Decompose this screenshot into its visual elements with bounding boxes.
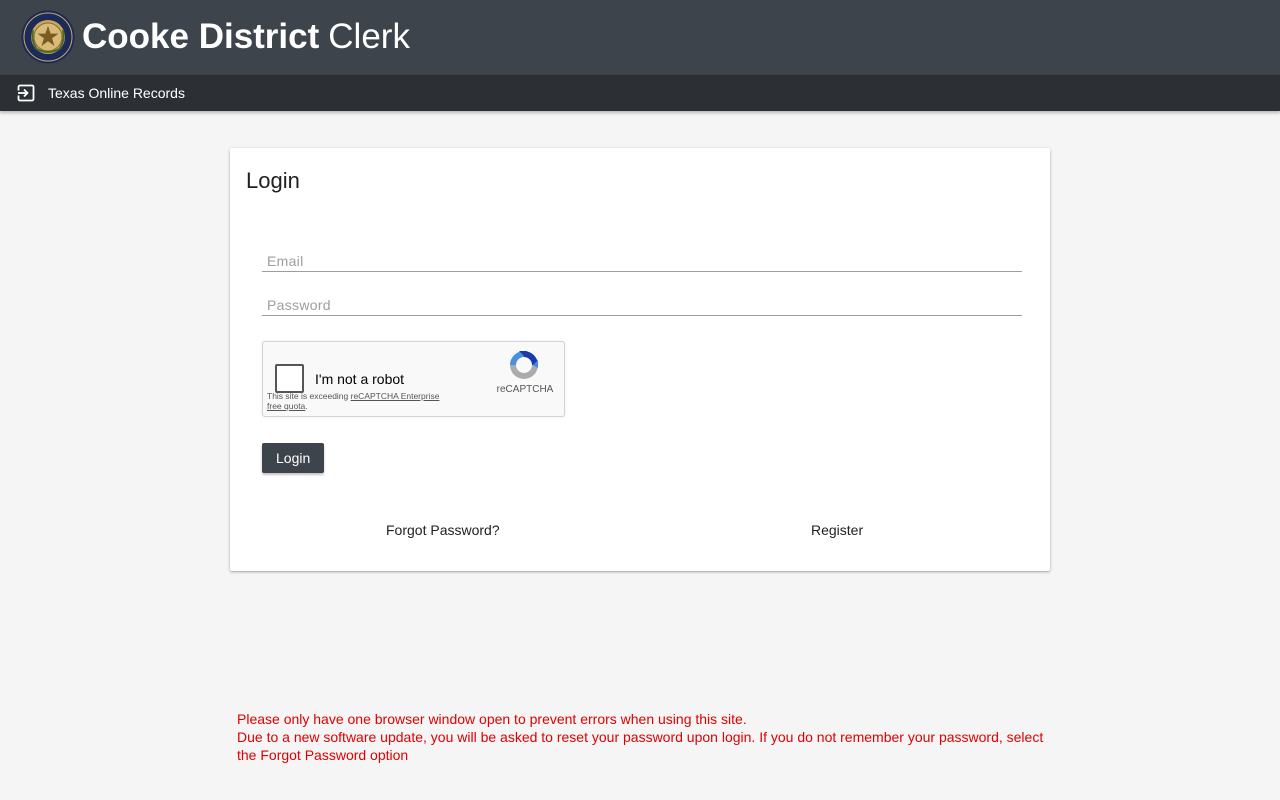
site-title-light: Clerk: [328, 17, 410, 56]
recaptcha-logo-icon: [510, 351, 538, 379]
recaptcha-checkbox[interactable]: [275, 364, 304, 393]
recaptcha-notice-prefix: This site is exceeding: [267, 391, 351, 401]
subnav-bar: Texas Online Records: [0, 75, 1280, 111]
forgot-password-link[interactable]: Forgot Password?: [386, 521, 500, 539]
texas-online-records-link[interactable]: Texas Online Records: [48, 84, 185, 102]
recaptcha-brand: reCAPTCHA: [496, 384, 554, 395]
texas-state-seal-icon: [21, 10, 75, 64]
site-title: Cooke District Clerk: [82, 15, 410, 59]
recaptcha-notice-suffix: .: [305, 401, 308, 411]
register-link[interactable]: Register: [811, 521, 863, 539]
login-title: Login: [246, 168, 300, 193]
password-field[interactable]: [262, 286, 1022, 316]
recaptcha-label: I'm not a robot: [315, 371, 405, 387]
site-notice: Please only have one browser window open…: [237, 710, 1047, 764]
login-button[interactable]: Login: [262, 443, 325, 473]
email-field[interactable]: [262, 242, 1022, 272]
notice-line: Due to a new software update, you will b…: [237, 729, 1044, 763]
site-header: Cooke District Clerk: [0, 0, 1280, 75]
login-card: Login I'm not a robot reCAPTCHA This sit…: [230, 148, 1050, 571]
recaptcha-widget: I'm not a robot reCAPTCHA This site is e…: [262, 341, 565, 417]
recaptcha-notice: This site is exceeding reCAPTCHA Enterpr…: [267, 391, 447, 411]
sign-in-icon[interactable]: [17, 84, 35, 102]
site-title-bold: Cooke District: [82, 17, 320, 56]
notice-line: Please only have one browser window open…: [237, 711, 747, 727]
